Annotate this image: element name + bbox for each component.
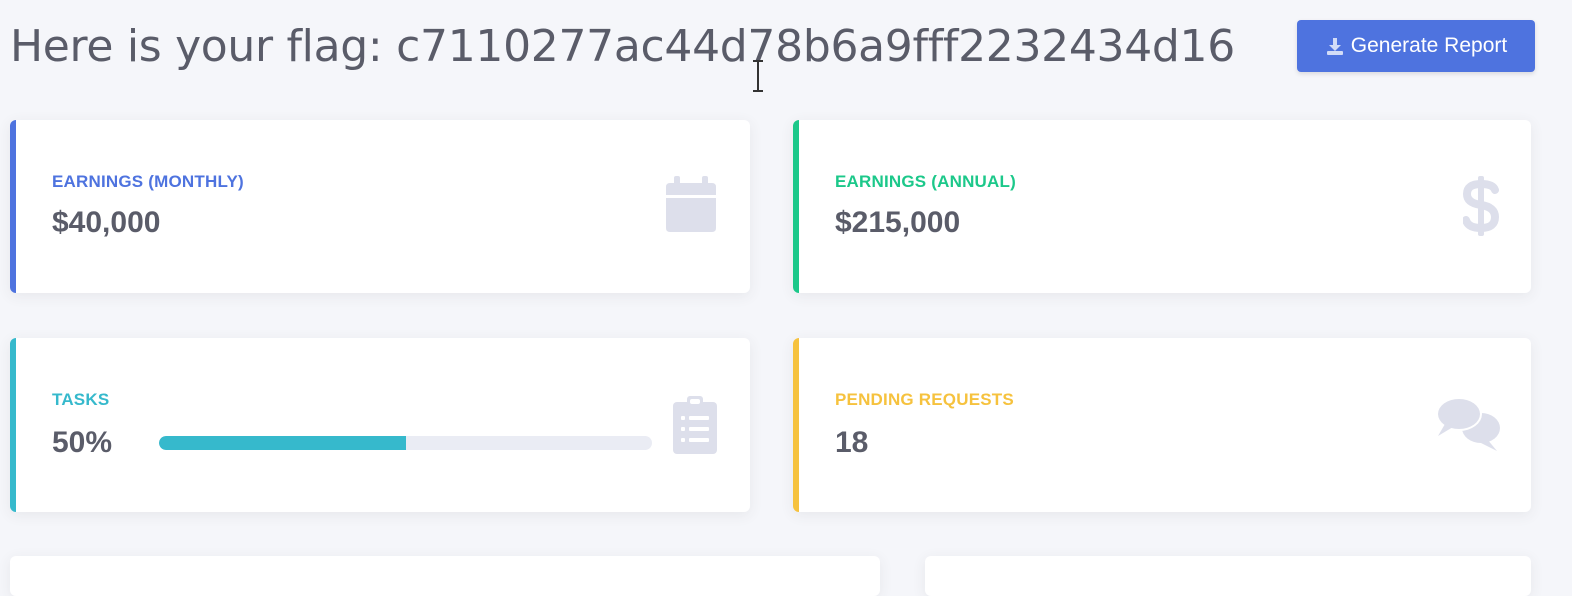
page-header: Here is your flag: c7110277ac44d78b6a9ff… bbox=[10, 18, 1535, 78]
bottom-card-right bbox=[925, 556, 1531, 596]
pending-requests-value: 18 bbox=[835, 426, 869, 459]
tasks-progress-bar bbox=[159, 436, 652, 450]
generate-report-label: Generate Report bbox=[1350, 34, 1508, 57]
dollar-icon bbox=[1463, 176, 1499, 236]
clipboard-list-icon bbox=[673, 396, 717, 454]
earnings-monthly-label: EARNINGS (MONTHLY) bbox=[52, 172, 244, 191]
calendar-icon bbox=[666, 176, 716, 232]
pending-requests-label: PENDING REQUESTS bbox=[835, 390, 1014, 409]
download-icon bbox=[1325, 36, 1345, 56]
page-title: Here is your flag: c7110277ac44d78b6a9ff… bbox=[10, 21, 1235, 72]
pending-requests-card: PENDING REQUESTS 18 bbox=[793, 338, 1531, 512]
tasks-progress-fill bbox=[159, 436, 406, 450]
generate-report-button[interactable]: Generate Report bbox=[1297, 20, 1535, 72]
bottom-card-left bbox=[10, 556, 880, 596]
text-cursor-icon bbox=[753, 60, 763, 92]
tasks-value: 50% bbox=[52, 426, 113, 459]
earnings-monthly-card: EARNINGS (MONTHLY) $40,000 bbox=[10, 120, 750, 293]
tasks-label: TASKS bbox=[52, 390, 110, 409]
earnings-monthly-value: $40,000 bbox=[52, 206, 161, 239]
earnings-annual-card: EARNINGS (ANNUAL) $215,000 bbox=[793, 120, 1531, 293]
earnings-annual-label: EARNINGS (ANNUAL) bbox=[835, 172, 1016, 191]
tasks-card: TASKS 50% bbox=[10, 338, 750, 512]
earnings-annual-value: $215,000 bbox=[835, 206, 961, 239]
comments-icon bbox=[1436, 397, 1500, 451]
